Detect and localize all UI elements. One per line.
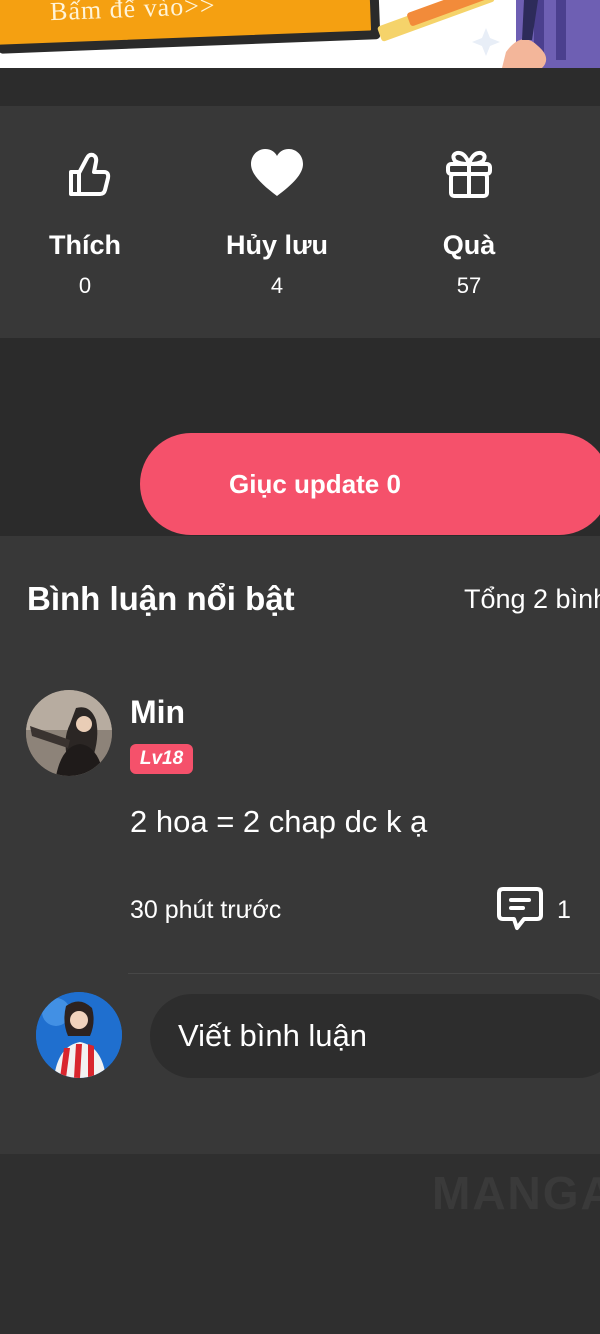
stat-gift[interactable]: Quà 57 bbox=[384, 146, 554, 299]
level-badge: Lv18 bbox=[130, 744, 193, 774]
update-area: Giục update 0 bbox=[0, 338, 600, 536]
comments-total-link[interactable]: Tổng 2 bình bbox=[464, 584, 600, 615]
bottom-area: MANGA bbox=[0, 1154, 600, 1334]
comment-timestamp: 30 phút trước bbox=[130, 896, 282, 924]
divider bbox=[128, 973, 600, 974]
comment-username[interactable]: Min bbox=[130, 694, 185, 731]
comment-text: 2 hoa = 2 chap dc k ạ bbox=[130, 804, 428, 839]
stats-panel: Thích 0 Hủy lưu 4 Quà 57 bbox=[0, 106, 600, 338]
stat-gift-value: 57 bbox=[456, 273, 482, 298]
stat-unsave[interactable]: Hủy lưu 4 bbox=[192, 146, 362, 299]
current-user-avatar[interactable] bbox=[36, 992, 122, 1078]
gap-strip bbox=[0, 68, 600, 106]
stat-unsave-label: Hủy lưu bbox=[225, 230, 329, 260]
watermark: MANGA bbox=[432, 1167, 600, 1219]
stat-like-value: 0 bbox=[78, 273, 92, 298]
stat-like[interactable]: Thích 0 bbox=[0, 146, 170, 299]
current-user-avatar-image bbox=[36, 992, 122, 1078]
stat-like-label: Thích bbox=[49, 230, 121, 260]
urge-update-button[interactable]: Giục update 0 bbox=[140, 433, 600, 535]
heart-icon bbox=[251, 149, 303, 196]
reply-comment-icon[interactable] bbox=[496, 886, 544, 932]
stat-gift-label: Quà bbox=[442, 230, 496, 260]
reply-count: 1 bbox=[557, 896, 571, 924]
thumbs-up-icon bbox=[69, 152, 111, 196]
top-banner[interactable]: Bấm để vào>> bbox=[0, 0, 600, 68]
banner-illustration bbox=[377, 0, 600, 68]
write-comment-input[interactable] bbox=[150, 994, 600, 1078]
avatar[interactable] bbox=[26, 690, 112, 776]
gift-icon bbox=[446, 150, 492, 198]
comments-section: Bình luận nổi bật Tổng 2 bình Min Lv18 2… bbox=[0, 536, 600, 1154]
avatar-image bbox=[26, 690, 112, 776]
comments-title: Bình luận nổi bật bbox=[27, 580, 295, 617]
urge-update-label: Giục update 0 bbox=[229, 469, 401, 499]
stat-unsave-value: 4 bbox=[270, 273, 284, 298]
